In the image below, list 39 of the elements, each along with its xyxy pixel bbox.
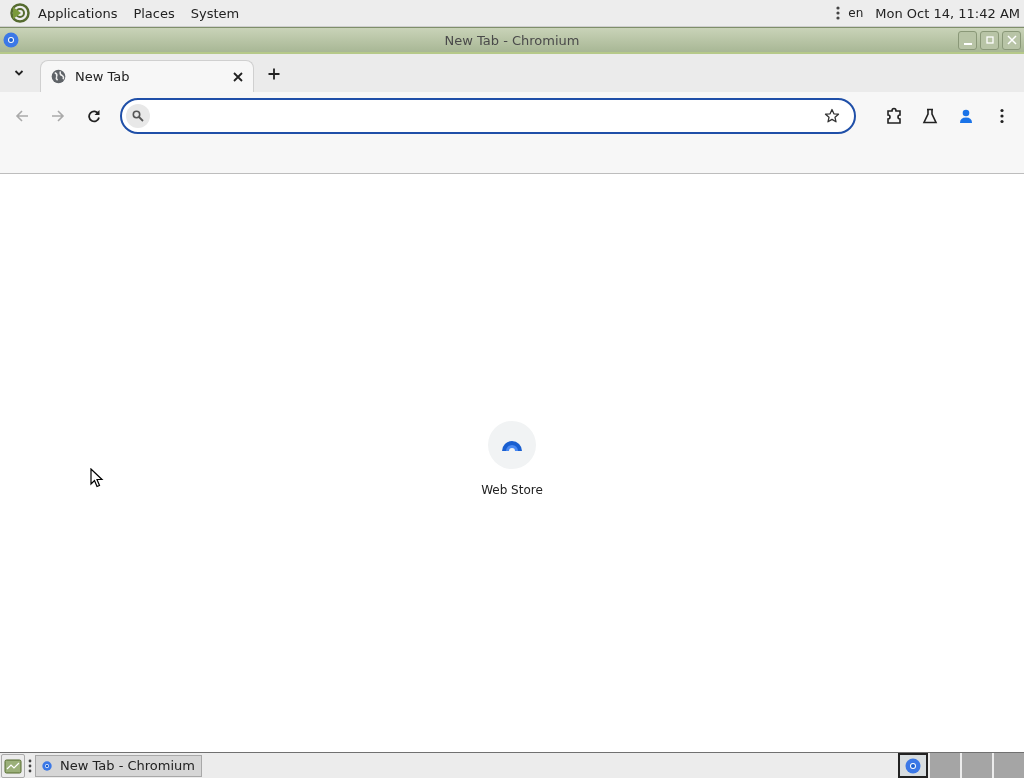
minimize-button[interactable] xyxy=(958,30,977,50)
search-icon xyxy=(126,104,150,128)
person-icon xyxy=(958,108,974,124)
handle-icon xyxy=(28,757,32,774)
close-icon[interactable] xyxy=(233,71,243,82)
close-button[interactable] xyxy=(1002,30,1021,50)
close-icon xyxy=(1006,35,1017,45)
mouse-pointer-icon xyxy=(90,468,104,488)
forward-arrow-icon xyxy=(51,109,65,123)
tab-title: New Tab xyxy=(75,69,131,84)
window-title: New Tab - Chromium xyxy=(444,32,580,48)
handle-icon xyxy=(836,5,841,21)
back-arrow-icon xyxy=(15,109,29,123)
distro-logo-icon[interactable] xyxy=(10,3,30,23)
workspace-button[interactable] xyxy=(898,753,928,778)
browser-icon xyxy=(3,32,19,48)
clock[interactable]: Mon Oct 14, 11:42 AM xyxy=(875,5,1020,21)
globe-icon xyxy=(51,69,66,84)
shortcut-tile[interactable]: Web Store xyxy=(456,421,568,497)
taskbar-window-button[interactable]: New Tab - Chromium xyxy=(35,754,202,777)
rainbow-icon xyxy=(488,421,536,469)
minimize-icon xyxy=(963,43,972,45)
panel-menu[interactable]: Places xyxy=(133,5,175,21)
maximize-button[interactable] xyxy=(980,30,999,50)
reload-icon xyxy=(87,109,101,123)
show-desktop-icon[interactable] xyxy=(1,753,25,778)
browser-tab[interactable]: New Tab xyxy=(40,60,254,92)
keyboard-layout[interactable]: en xyxy=(848,6,864,20)
panel-menu[interactable]: Applications xyxy=(38,5,118,21)
menu-icon xyxy=(1000,108,1004,124)
puzzle-icon xyxy=(885,107,903,125)
panel-menu[interactable]: System xyxy=(190,5,240,21)
bookmark-star-icon[interactable] xyxy=(824,108,840,124)
flask-icon xyxy=(922,108,938,124)
address-field[interactable] xyxy=(120,98,856,134)
chevron-down-icon xyxy=(14,69,24,77)
plus-icon xyxy=(268,68,280,80)
browser-icon xyxy=(905,757,921,774)
maximize-icon xyxy=(984,35,995,45)
